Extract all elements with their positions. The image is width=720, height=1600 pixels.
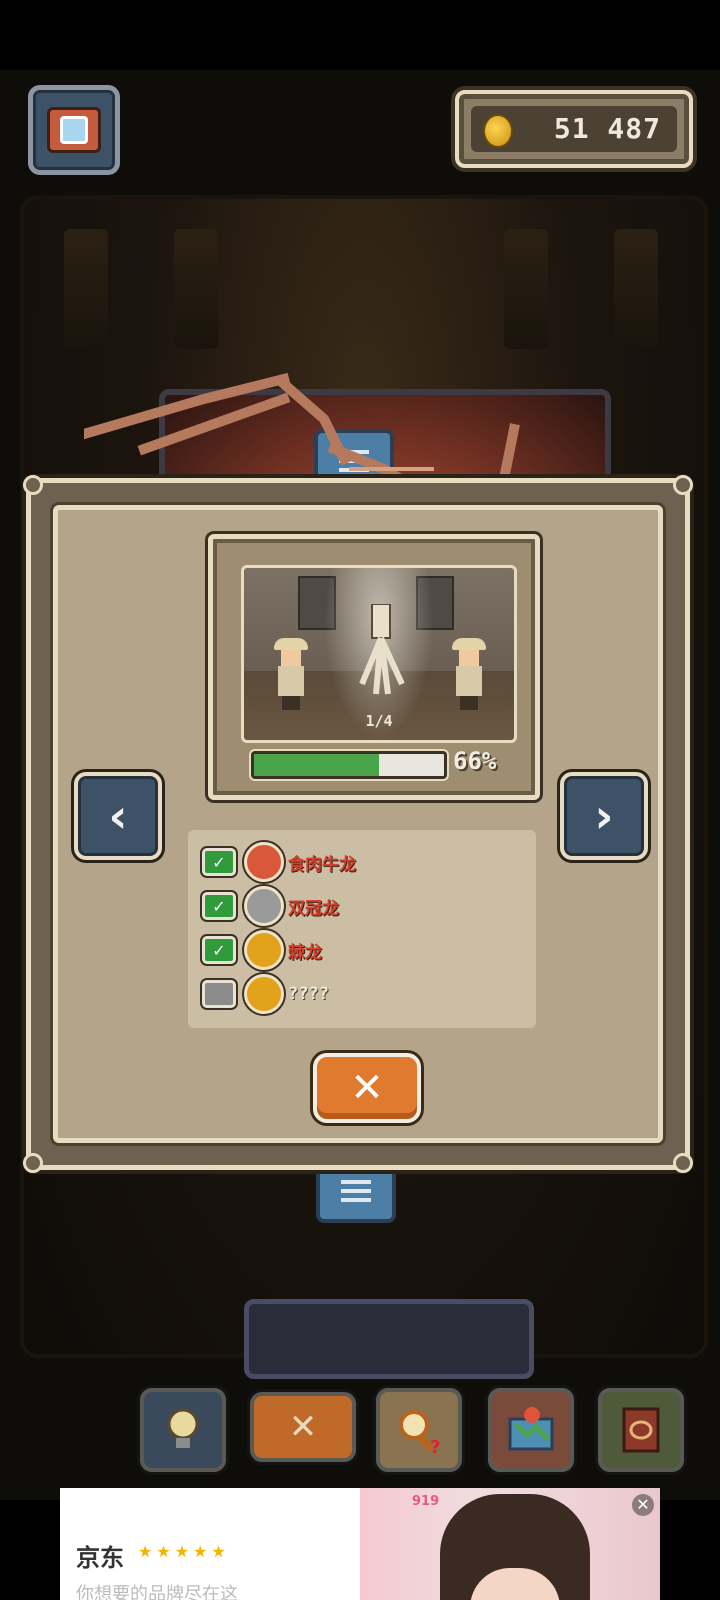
pillar	[64, 229, 108, 349]
progress-bar	[251, 751, 447, 779]
ad-subtitle: 你想要的品牌尽在这	[76, 1584, 238, 1600]
fossil-progress-dialog: 1/4 66% ‹ › ✓ 食肉牛龙 ✓ 双冠龙 ✓ 棘龙 ???? ✕	[23, 475, 693, 1173]
search-tool-button[interactable]: ?	[376, 1388, 462, 1472]
dinosaur-name: 双冠龙	[288, 898, 339, 919]
map-button[interactable]	[488, 1388, 574, 1472]
dialog-inner-panel: 1/4 66% ‹ › ✓ 食肉牛龙 ✓ 双冠龙 ✓ 棘龙 ???? ✕	[53, 505, 663, 1143]
checklist-item: ✓ 食肉牛龙	[202, 842, 356, 882]
rating-stars: ★★★★★	[138, 1542, 230, 1561]
book-icon	[622, 1407, 660, 1453]
close-ad-icon[interactable]: ✕	[632, 1494, 654, 1516]
checkbox[interactable]: ✓	[202, 892, 236, 920]
page-indicator: 1/4	[365, 712, 393, 730]
cancel-icon: ✕	[288, 1407, 318, 1447]
ornament-corner	[23, 1153, 43, 1173]
coin-value: 51 487	[553, 112, 661, 145]
dinosaur-name: ????	[288, 984, 329, 1004]
lightbulb-icon	[167, 1408, 199, 1448]
magnifier-question-icon: ?	[399, 1410, 440, 1455]
gold-coin-icon	[483, 114, 513, 148]
ad-image[interactable]: 919	[360, 1488, 660, 1600]
list-icon	[341, 1180, 371, 1202]
map-pin-icon	[508, 1407, 554, 1451]
cancel-tool-button[interactable]: ✕	[250, 1392, 356, 1462]
checkbox[interactable]	[202, 980, 236, 1008]
ad-banner[interactable]: 京东 ★★★★★ 你想要的品牌尽在这 919 ✕	[60, 1488, 660, 1600]
encyclopedia-button[interactable]	[598, 1388, 684, 1472]
dinosaur-name: 棘龙	[288, 942, 322, 963]
ad-tag: 919	[412, 1494, 440, 1509]
dinosaur-checklist: ✓ 食肉牛龙 ✓ 双冠龙 ✓ 棘龙 ????	[188, 830, 536, 1028]
fossil-badge-icon	[244, 886, 284, 926]
camera-button[interactable]	[28, 85, 120, 175]
fossil-badge-icon	[244, 974, 284, 1014]
progress-label: 66%	[453, 747, 497, 775]
archaeologist-figure	[452, 638, 486, 714]
checklist-item: ✓ 棘龙	[202, 930, 322, 970]
fossil-claw-icon	[359, 604, 405, 695]
preview-frame: 1/4 66%	[208, 534, 540, 800]
ad-brand: 京东	[76, 1544, 124, 1572]
dinosaur-name: 食肉牛龙	[288, 854, 356, 875]
camera-icon	[47, 107, 101, 153]
lower-pedestal[interactable]	[244, 1299, 534, 1379]
checklist-item: ????	[202, 974, 329, 1014]
hint-button[interactable]	[140, 1388, 226, 1472]
archaeologist-figure	[274, 638, 308, 714]
pillar	[614, 229, 658, 349]
svg-text:?: ?	[430, 1437, 440, 1455]
ornament-corner	[673, 1153, 693, 1173]
previous-button[interactable]: ‹	[74, 772, 162, 860]
chevron-right-icon: ›	[594, 789, 614, 843]
excavation-preview[interactable]: 1/4	[241, 565, 517, 743]
pillar	[174, 229, 218, 349]
ornament-corner	[673, 475, 693, 495]
coin-counter: 51 487	[455, 90, 693, 168]
checkbox[interactable]: ✓	[202, 936, 236, 964]
progress-fill	[254, 754, 380, 776]
fossil-badge-icon	[244, 842, 284, 882]
camera-lens	[60, 116, 88, 144]
checklist-item: ✓ 双冠龙	[202, 886, 339, 926]
fossil-badge-icon	[244, 930, 284, 970]
pillar	[504, 229, 548, 349]
ornament-corner	[23, 475, 43, 495]
close-button[interactable]: ✕	[313, 1053, 421, 1123]
checkbox[interactable]: ✓	[202, 848, 236, 876]
close-icon: ✕	[350, 1065, 384, 1111]
chevron-left-icon: ‹	[108, 789, 128, 843]
next-button[interactable]: ›	[560, 772, 648, 860]
